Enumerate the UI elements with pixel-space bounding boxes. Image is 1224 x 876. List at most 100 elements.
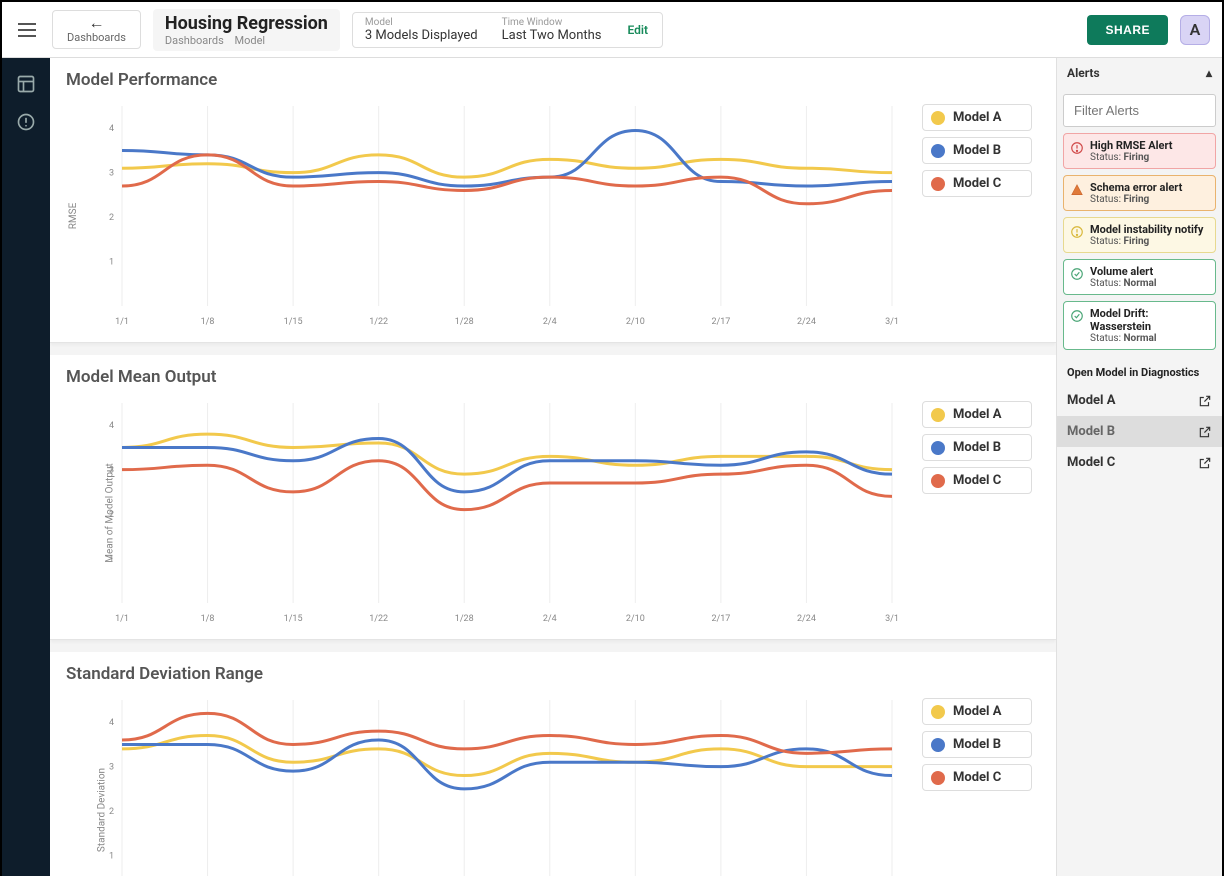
svg-text:1/15: 1/15 bbox=[284, 614, 303, 624]
legend-dot-icon bbox=[931, 111, 945, 125]
chart-legend: Model A Model B Model C bbox=[922, 401, 1032, 633]
svg-text:2/24: 2/24 bbox=[797, 614, 816, 624]
chart-plot[interactable]: Mean of Model Output12341/11/81/151/221/… bbox=[66, 393, 918, 633]
legend-item[interactable]: Model C bbox=[922, 467, 1032, 494]
alert-circle-icon[interactable] bbox=[16, 112, 36, 132]
diagnostics-header: Open Model in Diagnostics bbox=[1057, 356, 1222, 385]
chart-plot[interactable]: Standard Deviation12341/11/81/151/221/28… bbox=[66, 690, 918, 876]
chart-title: Model Performance bbox=[66, 70, 1040, 90]
svg-text:2/4: 2/4 bbox=[543, 614, 557, 624]
diagnostics-item[interactable]: Model C bbox=[1057, 447, 1222, 478]
alert-card[interactable]: Schema error alertStatus: Firing bbox=[1063, 175, 1216, 211]
diagnostics-item[interactable]: Model B bbox=[1057, 416, 1222, 447]
filter-card: Model 3 Models Displayed Time Window Las… bbox=[352, 12, 663, 48]
alerts-header[interactable]: Alerts ▴ bbox=[1057, 58, 1222, 88]
alerts-title: Alerts bbox=[1067, 66, 1100, 80]
alert-title: High RMSE Alert bbox=[1090, 139, 1173, 152]
svg-text:4: 4 bbox=[109, 124, 114, 134]
legend-label: Model C bbox=[953, 770, 1001, 785]
dashboard-icon[interactable] bbox=[16, 74, 36, 94]
chart-plot[interactable]: RMSE12341/11/81/151/221/282/42/102/172/2… bbox=[66, 96, 918, 336]
alert-card[interactable]: High RMSE AlertStatus: Firing bbox=[1063, 133, 1216, 169]
legend-label: Model C bbox=[953, 176, 1001, 191]
legend-dot-icon bbox=[931, 474, 945, 488]
svg-text:3: 3 bbox=[109, 763, 114, 773]
open-external-icon bbox=[1198, 425, 1212, 439]
svg-text:4: 4 bbox=[109, 421, 114, 431]
alert-status: Status: Firing bbox=[1090, 152, 1173, 163]
open-external-icon bbox=[1198, 394, 1212, 408]
filter-model-value: 3 Models Displayed bbox=[365, 28, 478, 43]
svg-text:3: 3 bbox=[109, 169, 114, 179]
legend-item[interactable]: Model B bbox=[922, 434, 1032, 461]
legend-item[interactable]: Model C bbox=[922, 170, 1032, 197]
alert-card[interactable]: Model instability notifyStatus: Firing bbox=[1063, 217, 1216, 253]
chevron-up-icon: ▴ bbox=[1206, 66, 1212, 80]
legend-item[interactable]: Model B bbox=[922, 137, 1032, 164]
alert-status: Status: Normal bbox=[1090, 278, 1157, 289]
filter-time[interactable]: Time Window Last Two Months bbox=[490, 13, 614, 47]
svg-text:4: 4 bbox=[109, 718, 114, 728]
yaxis-label: Mean of Model Output bbox=[104, 463, 115, 563]
alert-card[interactable]: Volume alertStatus: Normal bbox=[1063, 259, 1216, 295]
svg-text:1/28: 1/28 bbox=[455, 614, 474, 624]
filter-time-label: Time Window bbox=[502, 17, 602, 28]
alert-title: Model Drift: Wasserstein bbox=[1090, 307, 1209, 333]
right-panel: Alerts ▴ High RMSE AlertStatus: Firing Sc… bbox=[1056, 58, 1222, 876]
legend-item[interactable]: Model B bbox=[922, 731, 1032, 758]
legend-label: Model A bbox=[953, 110, 1001, 125]
alert-title: Schema error alert bbox=[1090, 181, 1182, 194]
edit-button[interactable]: Edit bbox=[614, 23, 663, 37]
svg-text:2: 2 bbox=[109, 807, 114, 817]
legend-label: Model B bbox=[953, 143, 1001, 158]
svg-text:1/8: 1/8 bbox=[201, 317, 215, 327]
arrow-left-icon: ← bbox=[88, 15, 104, 31]
chart-card: Model PerformanceRMSE12341/11/81/151/221… bbox=[50, 58, 1056, 343]
diagnostics-item-label: Model A bbox=[1067, 393, 1115, 408]
legend-dot-icon bbox=[931, 705, 945, 719]
diagnostics-item-label: Model C bbox=[1067, 455, 1115, 470]
svg-text:3/1: 3/1 bbox=[885, 317, 899, 327]
svg-text:1: 1 bbox=[109, 852, 114, 862]
alerts-filter-input[interactable] bbox=[1063, 94, 1216, 127]
legend-dot-icon bbox=[931, 441, 945, 455]
yaxis-label: RMSE bbox=[68, 203, 79, 230]
menu-icon[interactable] bbox=[14, 17, 40, 43]
alert-title: Volume alert bbox=[1090, 265, 1157, 278]
legend-item[interactable]: Model C bbox=[922, 764, 1032, 791]
legend-label: Model A bbox=[953, 704, 1001, 719]
back-label: Dashboards bbox=[67, 31, 126, 44]
legend-dot-icon bbox=[931, 771, 945, 785]
diagnostics-item-label: Model B bbox=[1067, 424, 1115, 439]
crumb-dashboards[interactable]: Dashboards bbox=[165, 34, 224, 47]
svg-text:1/8: 1/8 bbox=[201, 614, 215, 624]
share-button[interactable]: SHARE bbox=[1087, 15, 1168, 45]
legend-label: Model A bbox=[953, 407, 1001, 422]
filter-time-value: Last Two Months bbox=[502, 28, 602, 43]
topbar: ← Dashboards Housing Regression Dashboar… bbox=[2, 2, 1222, 58]
breadcrumb: Dashboards Model bbox=[165, 34, 328, 47]
chart-title: Model Mean Output bbox=[66, 367, 1040, 387]
avatar[interactable]: A bbox=[1180, 15, 1210, 45]
svg-text:2/10: 2/10 bbox=[626, 614, 645, 624]
diagnostics-item[interactable]: Model A bbox=[1057, 385, 1222, 416]
legend-item[interactable]: Model A bbox=[922, 104, 1032, 131]
alert-status: Status: Normal bbox=[1090, 333, 1209, 344]
back-button[interactable]: ← Dashboards bbox=[52, 10, 141, 49]
filter-model-label: Model bbox=[365, 17, 478, 28]
svg-text:1/1: 1/1 bbox=[115, 317, 129, 327]
filter-model[interactable]: Model 3 Models Displayed bbox=[353, 13, 490, 47]
crumb-model[interactable]: Model bbox=[235, 34, 266, 47]
svg-text:2/24: 2/24 bbox=[797, 317, 816, 327]
legend-item[interactable]: Model A bbox=[922, 698, 1032, 725]
chart-title: Standard Deviation Range bbox=[66, 664, 1040, 684]
svg-text:2/17: 2/17 bbox=[711, 317, 730, 327]
legend-item[interactable]: Model A bbox=[922, 401, 1032, 428]
svg-text:2/4: 2/4 bbox=[543, 317, 557, 327]
open-external-icon bbox=[1198, 456, 1212, 470]
page-title: Housing Regression bbox=[165, 13, 328, 34]
chart-card: Model Mean OutputMean of Model Output123… bbox=[50, 355, 1056, 640]
legend-dot-icon bbox=[931, 144, 945, 158]
alert-card[interactable]: Model Drift: WassersteinStatus: Normal bbox=[1063, 301, 1216, 350]
svg-text:1/15: 1/15 bbox=[284, 317, 303, 327]
